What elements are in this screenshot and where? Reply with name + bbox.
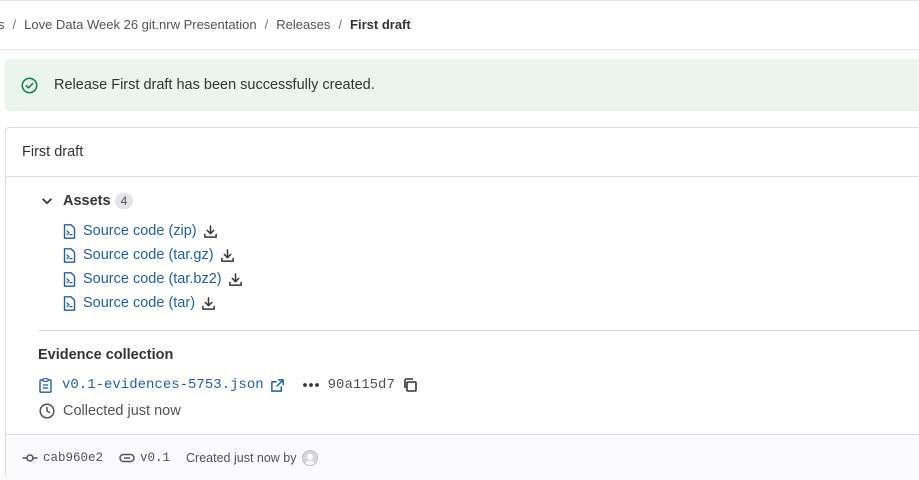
list-item: Source code (tar) [63, 291, 243, 315]
ellipsis-icon[interactable] [302, 378, 320, 392]
list-item: Source code (tar.bz2) [63, 267, 243, 291]
collected-status: Collected just now [39, 403, 181, 419]
commit-icon [22, 451, 38, 465]
breadcrumb-item-group[interactable]: s [0, 17, 5, 32]
breadcrumb-separator: / [264, 17, 269, 32]
asset-link-tar-gz[interactable]: Source code (tar.gz) [83, 247, 214, 263]
asset-link-tar[interactable]: Source code (tar) [83, 295, 195, 311]
assets-label: Assets [63, 193, 111, 209]
evidence-sha: 90a115d7 [327, 377, 395, 393]
asset-link-zip[interactable]: Source code (zip) [83, 223, 197, 239]
assets-toggle[interactable]: Assets 4 [40, 193, 134, 209]
doc-code-icon [63, 223, 76, 239]
release-footer: cab960e2 v0.1 Created just now by [6, 434, 919, 480]
download-icon[interactable] [220, 248, 235, 263]
evidence-file-link[interactable]: v0.1-evidences-5753.json [62, 377, 264, 393]
tag-icon [119, 451, 135, 465]
success-alert: Release First draft has been successfull… [5, 59, 919, 111]
assets-count-badge: 4 [114, 193, 134, 209]
doc-code-icon [63, 295, 76, 311]
asset-list: Source code (zip) Source code (tar.gz) S… [63, 219, 243, 315]
commit-info: cab960e2 [22, 451, 103, 465]
breadcrumb-item-project[interactable]: Love Data Week 26 git.nrw Presentation [24, 17, 256, 32]
release-card: First draft Assets 4 Source code (zip) S… [5, 127, 919, 480]
external-link-icon[interactable] [270, 378, 285, 393]
chevron-down-icon [40, 194, 54, 208]
download-icon[interactable] [228, 272, 243, 287]
list-item: Source code (zip) [63, 219, 243, 243]
download-icon[interactable] [203, 224, 218, 239]
release-title[interactable]: First draft [22, 144, 83, 160]
commit-sha-link[interactable]: cab960e2 [43, 451, 103, 465]
breadcrumb-separator: / [12, 17, 17, 32]
evidence-row: v0.1-evidences-5753.json 90a115d7 [39, 375, 418, 395]
tag-link[interactable]: v0.1 [140, 451, 170, 465]
asset-link-tar-bz2[interactable]: Source code (tar.bz2) [83, 271, 222, 287]
clipboard-icon [39, 377, 52, 393]
avatar[interactable] [301, 449, 318, 466]
doc-code-icon [63, 247, 76, 263]
created-text: Created just now by [186, 450, 297, 465]
breadcrumb-item-releases[interactable]: Releases [276, 17, 330, 32]
collected-text: Collected just now [63, 403, 181, 419]
evidence-title: Evidence collection [38, 347, 174, 363]
clock-icon [39, 403, 55, 419]
section-divider [38, 330, 919, 331]
download-icon[interactable] [201, 296, 216, 311]
breadcrumb: s / Love Data Week 26 git.nrw Presentati… [0, 0, 919, 50]
breadcrumb-separator: / [338, 17, 343, 32]
copy-icon[interactable] [402, 377, 418, 393]
breadcrumb-item-current[interactable]: First draft [350, 17, 411, 32]
alert-message: Release First draft has been successfull… [54, 77, 375, 93]
list-item: Source code (tar.gz) [63, 243, 243, 267]
doc-code-icon [63, 271, 76, 287]
tag-info: v0.1 [119, 451, 170, 465]
check-circle-icon [21, 76, 38, 94]
